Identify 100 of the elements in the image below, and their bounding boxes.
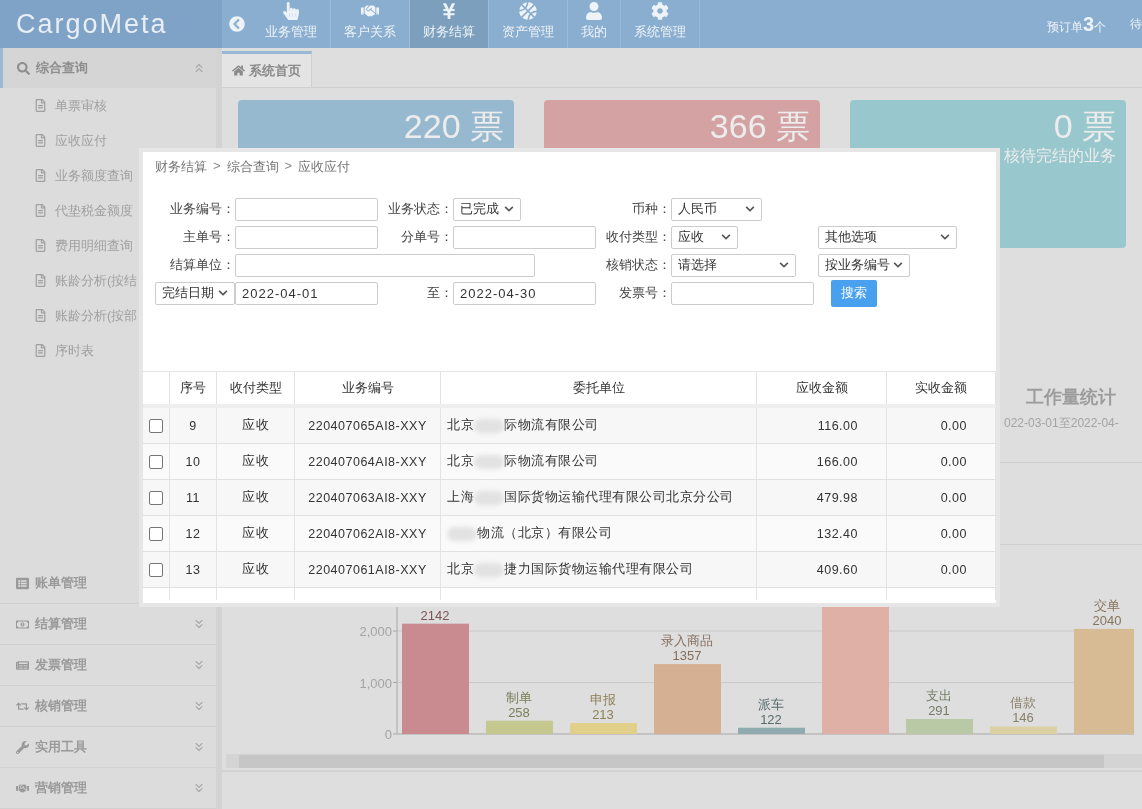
checkbox[interactable] — [149, 562, 163, 577]
booking-count[interactable]: 预订单3个 — [1046, 12, 1106, 36]
field-label: 业务编号： — [170, 200, 235, 218]
bar-value-label: 146 — [1012, 710, 1034, 726]
table-cell: 应收 — [217, 552, 295, 587]
stat-value: 220 票 — [403, 106, 504, 146]
chevron-icon — [893, 260, 903, 270]
input-field[interactable] — [453, 225, 596, 249]
table-cell: 479.98 — [757, 480, 887, 515]
scrollbar[interactable] — [226, 754, 1142, 768]
chevron-icon — [779, 260, 789, 270]
table-cell: 166.00 — [757, 444, 887, 479]
settings-icon — [651, 2, 669, 20]
chevrons-up-icon — [192, 61, 206, 75]
column-header: 应收金额 — [757, 372, 887, 404]
table-cell: 11 — [170, 480, 217, 515]
table-cell: 220407064AI8-XXY — [295, 444, 441, 479]
chevrons-down-icon — [192, 658, 206, 672]
bar-category-label: 支出 — [926, 688, 952, 703]
sidebar-group[interactable]: 营销管理 — [0, 768, 216, 809]
chevrons-down-icon — [192, 699, 206, 713]
table-cell: 北京 际物流有限公司 — [441, 444, 757, 479]
dropdown[interactable]: 完结日期 — [155, 281, 235, 305]
dropdown[interactable]: 应收 — [671, 225, 738, 249]
checkbox[interactable] — [149, 526, 163, 541]
axis-tick-label: 2,000 — [359, 624, 392, 639]
table-cell: 220407062AI8-XXY — [295, 516, 441, 551]
field-label: 核销状态： — [606, 256, 671, 274]
sidebar-group[interactable]: 综合查询 — [0, 48, 216, 88]
chevron-icon — [745, 204, 755, 214]
nav-tab[interactable]: 财务结算 — [410, 0, 489, 48]
sidebar-item[interactable]: 序时表 — [0, 333, 216, 368]
document-icon — [34, 169, 47, 182]
sidebar-group[interactable]: 发票管理 — [0, 645, 216, 686]
table-cell: 0.00 — [887, 516, 996, 551]
stat-caption: 核待完结的业务 — [1004, 146, 1116, 166]
checkbox[interactable] — [149, 418, 163, 433]
nav-tab[interactable]: 系统管理 — [621, 0, 700, 48]
checkbox[interactable] — [149, 454, 163, 469]
checkbox[interactable] — [149, 490, 163, 505]
bar-value-label: 258 — [508, 704, 530, 720]
sidebar-group[interactable]: 实用工具 — [0, 727, 216, 768]
document-icon — [34, 204, 47, 217]
field-label: 分单号： — [401, 228, 453, 246]
bar-value-label: 2040 — [1092, 612, 1122, 628]
input-field[interactable]: 2022-04-30 — [453, 281, 596, 305]
input-field[interactable]: 2022-04-01 — [235, 281, 378, 305]
field-label: 结算单位： — [170, 256, 235, 274]
tab[interactable]: 系统首页 — [222, 51, 312, 87]
user-icon — [585, 2, 603, 20]
document-icon — [34, 344, 47, 357]
input-field[interactable] — [235, 197, 378, 221]
hand-pointer-icon — [282, 2, 300, 20]
dropdown[interactable]: 按业务编号 — [818, 253, 910, 277]
document-icon — [34, 239, 47, 252]
bar-category-label: 借款 — [1010, 695, 1036, 711]
dropdown[interactable]: 请选择 — [671, 253, 796, 277]
table-cell: 12 — [170, 516, 217, 551]
back-icon[interactable] — [229, 16, 245, 32]
yen-icon — [440, 2, 458, 20]
chart-title: 工作量统计 — [1026, 386, 1116, 409]
axis-tick-label: 0 — [384, 727, 392, 742]
dropdown[interactable]: 其他选项 — [818, 225, 957, 249]
input-field[interactable] — [235, 253, 535, 277]
search-icon — [17, 61, 30, 75]
dropdown[interactable]: 人民币 — [671, 197, 762, 221]
column-header: 序号 — [170, 372, 217, 404]
nav-tab[interactable]: 我的 — [568, 0, 621, 48]
table-cell: 应收 — [217, 480, 295, 515]
bar-category-label: 制单 — [506, 689, 532, 705]
bar-category-label: 申报 — [590, 692, 616, 708]
stat-value: 0 票 — [1053, 106, 1116, 146]
bar-value-label: 2142 — [420, 607, 450, 623]
stat-value: 366 票 — [709, 106, 810, 146]
input-field[interactable] — [235, 225, 378, 249]
search-button[interactable]: 搜索 — [831, 279, 877, 307]
bar-value-label: 213 — [592, 707, 614, 723]
table-cell: 9 — [170, 408, 217, 443]
table-cell: 北京 际物流有限公司 — [441, 408, 757, 443]
column-header: 实收金额 — [887, 372, 996, 404]
document-icon — [34, 274, 47, 287]
table-cell: 0.00 — [887, 552, 996, 587]
pending-link[interactable]: 待 — [1130, 15, 1142, 33]
logo: CargoMeta — [0, 0, 222, 48]
field-label: 至： — [427, 284, 453, 302]
bar-value-label: 291 — [928, 703, 950, 718]
breadcrumb-item[interactable]: 综合查询 — [226, 158, 279, 182]
bar-category-label: 录入商品 — [661, 633, 713, 649]
dropdown[interactable]: 已完成 — [453, 197, 521, 221]
nav-tab[interactable]: 业务管理 — [252, 0, 331, 48]
document-icon — [34, 309, 47, 322]
input-field[interactable] — [671, 281, 814, 305]
nav-tab[interactable]: 资产管理 — [489, 0, 568, 48]
breadcrumb-item[interactable]: 财务结算 — [155, 158, 207, 182]
table-cell: 应收 — [217, 444, 295, 479]
list-icon — [16, 576, 29, 590]
sidebar-group[interactable]: 核销管理 — [0, 686, 216, 727]
field-label: 收付类型： — [606, 228, 671, 246]
chevron-icon — [940, 232, 950, 242]
field-label: 发票号： — [619, 284, 671, 302]
